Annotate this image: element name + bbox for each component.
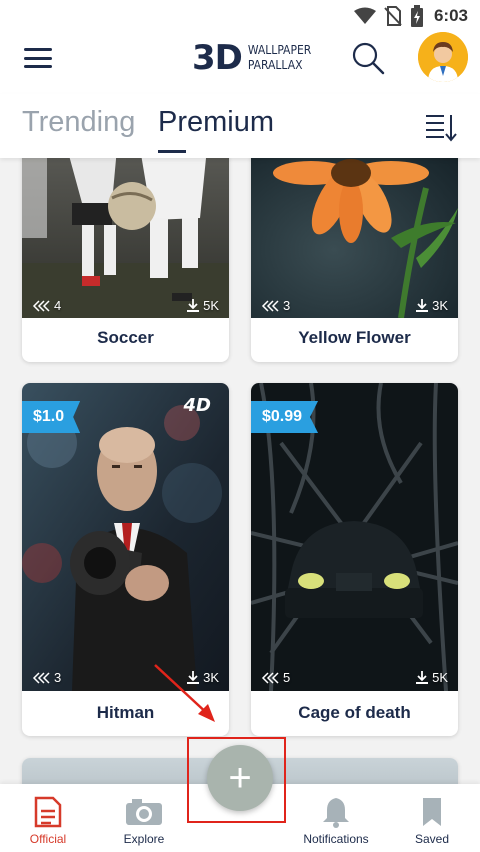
badge-4d: 4D	[183, 395, 211, 416]
wallpaper-grid: 4 5K Soccer 3 3K Yellow Flower $1.0 4D 3…	[0, 158, 480, 784]
card-title: Hitman	[96, 703, 155, 722]
card-thumbnail	[251, 158, 458, 318]
download-icon	[416, 299, 429, 312]
layers-value: 3	[54, 670, 62, 685]
battery-icon	[410, 5, 423, 27]
layers-icon	[261, 299, 279, 312]
layers-count: 4	[32, 298, 61, 313]
layers-count: 5	[261, 670, 290, 685]
download-icon	[187, 299, 200, 312]
downloads-count: 3K	[416, 298, 448, 313]
downloads-value: 5K	[432, 670, 448, 685]
bell-icon	[323, 798, 349, 828]
layers-count: 3	[261, 298, 290, 313]
sort-icon[interactable]	[424, 112, 458, 142]
downloads-count: 5K	[416, 670, 448, 685]
card-title: Cage of death	[298, 703, 411, 722]
document-icon	[34, 796, 62, 828]
layers-value: 4	[54, 298, 62, 313]
tab-indicator	[158, 150, 186, 153]
nav-saved[interactable]: Saved	[392, 784, 472, 852]
wallpaper-card[interactable]: 3 3K Yellow Flower	[251, 158, 458, 362]
app-logo: 3D WALLPAPER PARALLAX	[192, 38, 311, 78]
camera-icon	[126, 799, 162, 825]
search-icon[interactable]	[350, 40, 386, 76]
download-icon	[416, 671, 429, 684]
wallpaper-card[interactable]: $0.99 5 5K Cage of death	[251, 383, 458, 736]
price-tag: $1.0	[22, 401, 81, 433]
download-icon	[187, 671, 200, 684]
card-title: Soccer	[97, 328, 154, 347]
app-bar: 3D WALLPAPER PARALLAX	[0, 32, 480, 94]
nav-label: Explore	[123, 832, 165, 846]
downloads-count: 3K	[187, 670, 219, 685]
tab-bar: Trending Premium	[0, 94, 480, 158]
layers-value: 3	[283, 298, 291, 313]
wallpaper-card[interactable]: $1.0 4D 3 3K Hitman	[22, 383, 229, 736]
downloads-value: 5K	[203, 298, 219, 313]
nav-label: Official	[29, 832, 67, 846]
nav-label: Saved	[414, 832, 450, 846]
layers-count: 3	[32, 670, 61, 685]
downloads-count: 5K	[187, 298, 219, 313]
logo-line-2: PARALLAX	[247, 58, 303, 72]
bookmark-icon	[423, 798, 441, 826]
nav-label: Notifications	[303, 832, 369, 846]
avatar-icon	[418, 32, 468, 82]
layers-icon	[32, 671, 50, 684]
nav-explore[interactable]: Explore	[104, 784, 184, 852]
highlight-box	[187, 737, 286, 823]
wallpaper-card[interactable]: 4 5K Soccer	[22, 158, 229, 362]
logo-line-1: WALLPAPER	[247, 43, 312, 57]
downloads-value: 3K	[203, 670, 219, 685]
menu-icon	[24, 48, 52, 51]
downloads-value: 3K	[432, 298, 448, 313]
wifi-icon	[353, 7, 376, 24]
status-bar: 6:03	[0, 0, 480, 32]
layers-value: 5	[283, 670, 291, 685]
card-thumbnail	[22, 158, 229, 318]
nav-official[interactable]: Official	[8, 784, 88, 852]
tab-trending[interactable]: Trending	[22, 106, 135, 139]
card-title: Yellow Flower	[298, 328, 411, 347]
logo-3d: 3D	[192, 38, 243, 78]
user-avatar[interactable]	[418, 32, 468, 82]
menu-button[interactable]	[24, 46, 52, 70]
nav-notifications[interactable]: Notifications	[296, 784, 376, 852]
layers-icon	[32, 299, 50, 312]
price-tag: $0.99	[251, 401, 319, 433]
clock: 6:03	[433, 6, 468, 25]
tab-premium[interactable]: Premium	[158, 106, 274, 139]
no-sim-icon	[384, 6, 402, 26]
layers-icon	[261, 671, 279, 684]
